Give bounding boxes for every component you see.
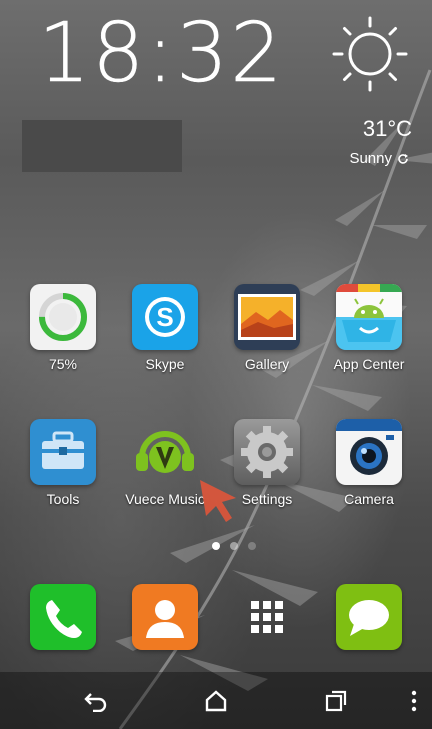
app-center-icon [336, 284, 402, 350]
app-tools[interactable]: Tools [13, 419, 113, 507]
menu-button[interactable] [396, 684, 432, 718]
dock-phone[interactable] [13, 584, 113, 650]
app-label: Camera [344, 491, 394, 507]
app-label: Skype [145, 356, 185, 372]
gear-icon [234, 419, 300, 485]
pointer-cursor-icon [200, 480, 236, 522]
app-label: 75% [48, 356, 78, 372]
app-label: Gallery [244, 356, 290, 372]
toolbox-icon [30, 419, 96, 485]
weather-condition[interactable]: Sunny [349, 150, 410, 167]
messaging-icon [336, 584, 402, 650]
recent-apps-icon [325, 690, 347, 712]
app-battery-widget[interactable]: 75% [13, 284, 113, 372]
page-dot-active[interactable] [212, 542, 220, 550]
app-label: App Center [333, 356, 405, 372]
contacts-icon [132, 584, 198, 650]
redacted-date-block [22, 120, 182, 172]
gallery-icon [234, 284, 300, 350]
home-screen: 18:32 31°C Sunny 75% S Skype Gallery App… [0, 0, 432, 729]
clock-time[interactable]: 18:32 [38, 6, 284, 101]
weather-temperature[interactable]: 31°C [363, 116, 412, 142]
app-label: Tools [46, 491, 80, 507]
dock-app-drawer[interactable] [217, 584, 317, 650]
vuece-music-icon [132, 419, 198, 485]
home-icon [205, 690, 227, 712]
back-icon [84, 693, 107, 712]
skype-icon: S [132, 284, 198, 350]
weather-condition-label: Sunny [349, 150, 392, 167]
page-dot[interactable] [230, 542, 238, 550]
phone-icon [30, 584, 96, 650]
battery-widget-icon [30, 284, 96, 350]
svg-text:S: S [156, 302, 173, 332]
dock-messaging[interactable] [319, 584, 419, 650]
dock-contacts[interactable] [115, 584, 215, 650]
app-camera[interactable]: Camera [319, 419, 419, 507]
back-button[interactable] [78, 684, 114, 718]
home-button[interactable] [198, 684, 234, 718]
camera-icon [336, 419, 402, 485]
sun-icon[interactable] [330, 14, 410, 94]
app-gallery[interactable]: Gallery [217, 284, 317, 372]
page-dot[interactable] [248, 542, 256, 550]
overflow-menu-icon [411, 690, 417, 712]
app-skype[interactable]: S Skype [115, 284, 215, 372]
app-drawer-icon [234, 584, 300, 650]
app-app-center[interactable]: App Center [319, 284, 419, 372]
refresh-icon[interactable] [396, 152, 410, 166]
recent-apps-button[interactable] [318, 684, 354, 718]
